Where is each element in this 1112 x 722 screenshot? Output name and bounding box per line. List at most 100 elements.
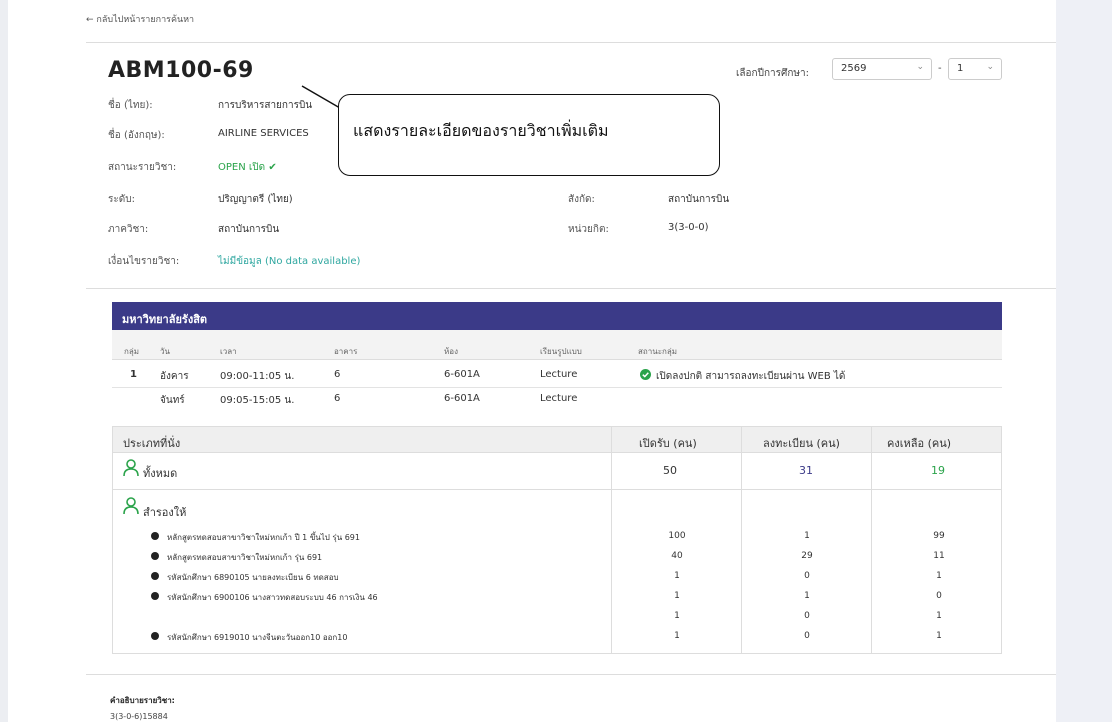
schedule-header-group: กลุ่ม	[124, 347, 140, 356]
schedule-cell-room: 6-601A	[444, 369, 480, 380]
academic-year-select[interactable]: 2569 ⌄	[832, 58, 932, 80]
reserved-item-registered: 1	[804, 591, 810, 601]
check-circle-icon	[640, 369, 651, 380]
field-value-name-en: AIRLINE SERVICES	[218, 128, 309, 139]
seat-header-open: เปิดรับ (คน)	[639, 437, 697, 450]
bullet-icon	[151, 592, 159, 600]
reserved-item-open: 1	[674, 591, 680, 601]
row-divider	[112, 387, 1002, 388]
reserved-item-registered: 0	[804, 631, 810, 641]
schedule-cell-time: 09:00-11:05 น.	[220, 371, 295, 382]
seat-table: ประเภทที่นั่ง เปิดรับ (คน) ลงทะเบียน (คน…	[112, 426, 1002, 654]
field-label-name-en: ชื่อ (อังกฤษ):	[108, 130, 165, 141]
field-value-status: OPEN เปิด ✔	[218, 162, 277, 173]
reserved-item-open: 1	[674, 571, 680, 581]
schedule-cell-building: 6	[334, 393, 341, 404]
schedule-cell-status: เปิดลงปกติ สามารถลงทะเบียนผ่าน WEB ได้	[656, 371, 846, 382]
person-icon	[123, 497, 139, 515]
bullet-icon	[151, 552, 159, 560]
reserved-item-open: 1	[674, 631, 680, 641]
schedule-header-status: สถานะกลุ่ม	[638, 347, 678, 356]
field-label-faculty: สังกัด:	[568, 194, 595, 205]
description-title: คำอธิบายรายวิชา:	[110, 696, 175, 705]
field-value-name-th: การบริหารสายการบิน	[218, 100, 313, 111]
schedule-cell-mode: Lecture	[540, 393, 578, 404]
field-value-prerequisite: ไม่มีข้อมูล (No data available)	[218, 256, 361, 267]
bullet-icon	[151, 572, 159, 580]
reserved-item-open: 40	[671, 551, 683, 561]
field-value-credits: 3(3-0-0)	[668, 222, 709, 233]
schedule-cell-room: 6-601A	[444, 393, 480, 404]
divider	[86, 674, 1056, 675]
right-margin	[1056, 0, 1112, 722]
bullet-icon	[151, 532, 159, 540]
schedule-header-building: อาคาร	[334, 347, 358, 356]
chevron-down-icon: ⌄	[986, 62, 994, 72]
reserved-item-remaining: 99	[933, 531, 945, 541]
reserved-item-label: รหัสนักศึกษา 6890105 นายลงทะเบียน 6 ทดสอ…	[167, 573, 339, 582]
field-label-name-th: ชื่อ (ไทย):	[108, 100, 153, 111]
schedule-header-room: ห้อง	[444, 347, 458, 356]
schedule-header-time: เวลา	[220, 347, 237, 356]
field-label-prerequisite: เงื่อนไขรายวิชา:	[108, 256, 180, 267]
semester-select[interactable]: 1 ⌄	[948, 58, 1002, 80]
row-divider	[113, 489, 1001, 490]
seat-header-remaining: คงเหลือ (คน)	[887, 437, 952, 450]
reserved-item-label: หลักสูตรทดสอบสาขาวิชาใหม่หกเก้า ปี 1 ขึ้…	[167, 533, 360, 542]
field-value-faculty: สถาบันการบิน	[668, 194, 730, 205]
reserved-item-label: รหัสนักศึกษา 6919010 นางจีนตะวันออก10 ออ…	[167, 633, 348, 642]
reserved-item-label: หลักสูตรทดสอบสาขาวิชาใหม่หกเก้า รุ่น 691	[167, 553, 323, 562]
reserved-item-open: 100	[668, 531, 686, 541]
column-divider	[871, 427, 872, 653]
field-label-level: ระดับ:	[108, 194, 135, 205]
bullet-icon	[151, 632, 159, 640]
reserved-item-remaining: 1	[936, 571, 942, 581]
year-semester-separator: -	[938, 63, 942, 74]
callout-annotation: แสดงรายละเอียดของรายวิชาเพิ่มเติม	[338, 94, 720, 176]
column-divider	[611, 427, 612, 653]
seat-reserved-label: สำรองให้	[143, 506, 187, 519]
reserved-item-remaining: 1	[936, 631, 942, 641]
schedule-cell-building: 6	[334, 369, 341, 380]
academic-year-value: 2569	[841, 63, 867, 74]
year-select-label: เลือกปีการศึกษา:	[736, 68, 809, 79]
field-value-level: ปริญญาตรี (ไทย)	[218, 194, 293, 205]
schedule-header-day: วัน	[160, 347, 170, 356]
university-header: มหาวิทยาลัยรังสิต	[112, 302, 1002, 330]
chevron-down-icon: ⌄	[916, 62, 924, 72]
divider	[86, 288, 1056, 289]
schedule-cell-group: 1	[130, 369, 137, 380]
field-label-department: ภาควิชา:	[108, 224, 149, 235]
seat-total-registered: 31	[799, 464, 813, 477]
course-code: ABM100-69	[108, 58, 254, 83]
schedule-cell-day: อังคาร	[160, 371, 189, 382]
schedule-header-mode: เรียนรูปแบบ	[540, 347, 582, 356]
seat-total-remaining: 19	[931, 464, 945, 477]
schedule-cell-day: จันทร์	[160, 395, 185, 406]
field-label-credits: หน่วยกิต:	[568, 224, 609, 235]
reserved-item-registered: 0	[804, 571, 810, 581]
divider	[86, 42, 1056, 43]
left-margin	[0, 0, 8, 722]
seat-header-registered: ลงทะเบียน (คน)	[763, 437, 840, 450]
description-value: 3(3-0-6)15884	[110, 712, 168, 721]
person-icon	[123, 459, 139, 477]
seat-total-open: 50	[663, 464, 677, 477]
page: ← กลับไปหน้ารายการค้นหา ABM100-69 ชื่อ (…	[0, 0, 1112, 722]
seat-total-label: ทั้งหมด	[143, 467, 178, 480]
seat-header-type: ประเภทที่นั่ง	[123, 437, 181, 450]
reserved-item-remaining: 0	[936, 591, 942, 601]
semester-value: 1	[957, 63, 964, 74]
back-to-search-link[interactable]: ← กลับไปหน้ารายการค้นหา	[86, 12, 194, 26]
column-divider	[741, 427, 742, 653]
schedule-cell-time: 09:05-15:05 น.	[220, 395, 295, 406]
reserved-item-registered: 29	[801, 551, 813, 561]
field-value-department: สถาบันการบิน	[218, 224, 280, 235]
seat-table-header	[113, 427, 1001, 453]
reserved-item-remaining: 11	[933, 551, 945, 561]
schedule-cell-mode: Lecture	[540, 369, 578, 380]
reserved-item-registered: 0	[804, 611, 810, 621]
reserved-item-remaining: 1	[936, 611, 942, 621]
reserved-item-label: รหัสนักศึกษา 6900106 นางสาวทดสอบระบบ 46 …	[167, 593, 378, 602]
reserved-item-open: 1	[674, 611, 680, 621]
